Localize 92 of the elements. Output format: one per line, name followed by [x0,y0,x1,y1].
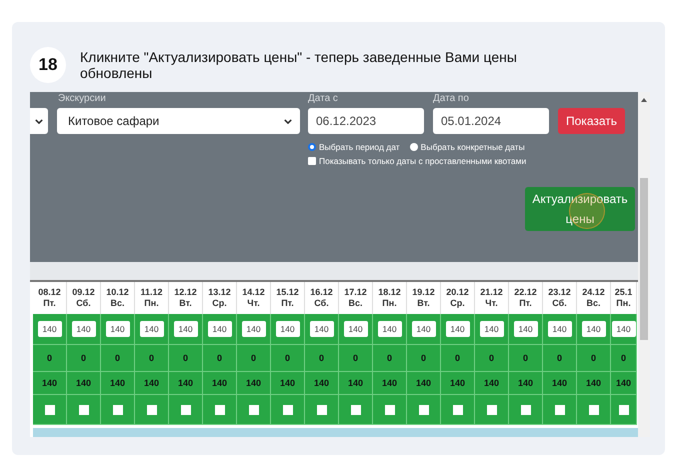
field-label: Дата с [308,93,338,105]
table-cell: 0 [373,345,407,372]
table-cell: 140 [373,372,407,395]
table-cell: 140 [67,372,101,395]
table-cell: 140 [611,372,637,395]
price-field[interactable]: 140 [276,321,300,337]
table-cell: 0 [169,345,203,372]
dropdown-field[interactable] [30,108,48,134]
checkbox[interactable] [214,404,224,414]
price-field[interactable]: 140 [38,321,62,337]
table-cell: 0 [475,345,509,372]
table-cell: 140 [543,372,577,395]
scroll-up-icon [641,98,647,102]
table-cell: 140 [101,372,135,395]
checkbox[interactable] [384,404,394,414]
price-field[interactable]: 140 [344,321,368,337]
table-cell: 0 [441,345,475,372]
table-cell: 140 [237,372,271,395]
table-cell: 140 [407,372,441,395]
price-field[interactable]: 140 [480,321,504,337]
table-cell: 0 [237,345,271,372]
checkbox[interactable] [248,404,258,414]
table-cell: 0 [67,345,101,372]
price-field[interactable]: 140 [106,321,130,337]
price-field[interactable]: 140 [446,321,470,337]
radio-label: Выбрать период дат [319,142,400,152]
step-number: 18 [30,47,66,83]
chevron-down-icon [35,118,43,124]
table-cell: 140 [203,372,237,395]
checkbox[interactable] [486,404,496,414]
date-from-field[interactable]: 06.12.2023 [308,108,424,134]
price-field[interactable]: 140 [612,321,636,337]
table-cell: 0 [577,345,611,372]
price-field[interactable]: 140 [378,321,402,337]
date-to-field[interactable]: 05.01.2024 [433,108,549,134]
price-field[interactable]: 140 [140,321,164,337]
table-cell: 140 [475,372,509,395]
table-cell: 140 [509,372,543,395]
table-cell: 0 [509,345,543,372]
price-field[interactable]: 140 [72,321,96,337]
tour-dropdown[interactable]: Китовое сафари [57,108,300,134]
table-cell: 140 [271,372,305,395]
checkbox[interactable] [308,157,316,165]
table-cell: 140 [135,372,169,395]
chevron-down-icon [284,118,292,124]
checkbox[interactable] [588,404,598,414]
table-cell: 0 [33,345,67,372]
price-field[interactable]: 140 [412,321,436,337]
price-field[interactable]: 140 [242,321,266,337]
price-field[interactable]: 140 [548,321,572,337]
scrollbar[interactable] [638,92,650,437]
price-field[interactable]: 140 [582,321,606,337]
table-cell: 140 [339,372,373,395]
table-cell: 140 [33,372,67,395]
price-field[interactable]: 140 [310,321,334,337]
checkbox[interactable] [418,404,428,414]
table-cell: 0 [101,345,135,372]
field-label: Дата по [433,93,469,105]
table-cell: 0 [407,345,441,372]
checkbox[interactable] [146,404,156,414]
checkbox[interactable] [554,404,564,414]
checkbox[interactable] [180,404,190,414]
checkbox-label: Показывать только даты с проставленными квотами [319,156,526,166]
table-cell: 140 [305,372,339,395]
table-cell: 0 [543,345,577,372]
checkbox[interactable] [618,404,628,414]
checkbox[interactable] [520,404,530,414]
step-instruction: Кликните "Актуализировать цены" - теперь заведенные Вами цены обновлены [80,49,518,81]
checkbox[interactable] [44,404,54,414]
table-cell: 0 [339,345,373,372]
table-cell: 0 [271,345,305,372]
table-cell: 140 [577,372,611,395]
table-cell: 140 [169,372,203,395]
checkbox[interactable] [112,404,122,414]
table-cell: 0 [611,345,637,372]
price-field[interactable]: 140 [514,321,538,337]
price-field[interactable]: 140 [208,321,232,337]
radio-label: Выбрать конкретные даты [420,142,525,152]
table-cell: 0 [203,345,237,372]
table-cell: 140 [441,372,475,395]
checkbox[interactable] [316,404,326,414]
checkbox[interactable] [350,404,360,414]
show-button[interactable]: Показать [558,108,626,134]
checkbox[interactable] [78,404,88,414]
checkbox[interactable] [282,404,292,414]
table-cell: 0 [305,345,339,372]
radio-button[interactable] [410,143,418,151]
radio-button[interactable] [308,143,316,151]
field-label: Экскурсии [58,93,106,105]
checkbox[interactable] [452,404,462,414]
table-cell: 0 [135,345,169,372]
price-field[interactable]: 140 [174,321,198,337]
